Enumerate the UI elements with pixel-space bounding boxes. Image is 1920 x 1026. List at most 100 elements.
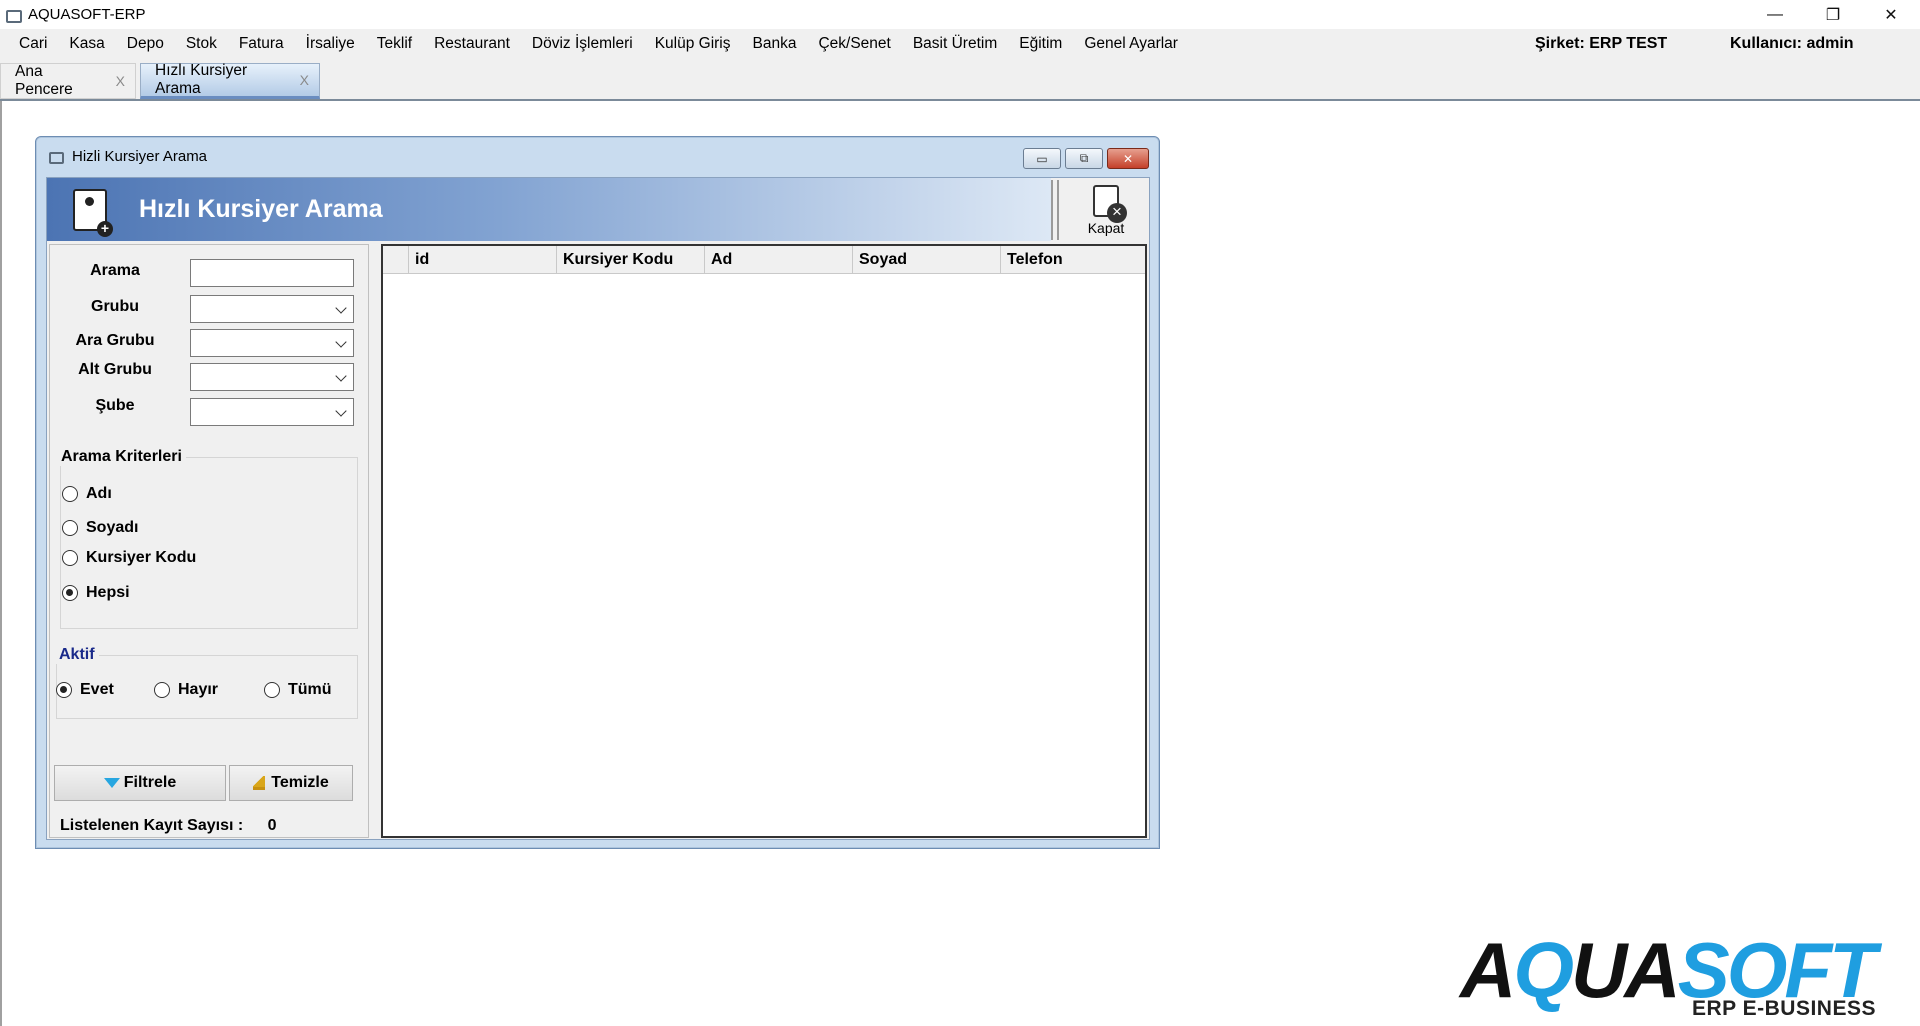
ara-grubu-select[interactable] [190,329,354,357]
radio-label: Tümü [288,681,332,698]
filter-button-label: Filtrele [123,774,177,791]
close-document-icon [1093,185,1127,223]
criteria-hepsi-radio[interactable]: Hepsi [62,584,130,602]
toolbar-separator [1051,180,1059,240]
menu-item-cek-senet[interactable]: Çek/Senet [807,35,901,53]
clear-button[interactable]: Temizle [229,765,353,801]
subwindow-maximize-button[interactable]: ⧉ [1065,148,1103,169]
menu-item-kasa[interactable]: Kasa [58,35,115,53]
menu-item-basit-uretim[interactable]: Basit Üretim [902,35,1008,53]
window-icon [48,148,64,164]
menu-item-restaurant[interactable]: Restaurant [423,35,521,53]
menu-item-egitim[interactable]: Eğitim [1008,35,1073,53]
grid-header: id Kursiyer Kodu Ad Soyad Telefon [383,246,1145,274]
radio-circle [154,682,170,698]
banner-title: Hızlı Kursiyer Arama [139,195,383,223]
subwindow-minimize-button[interactable]: ▭ [1023,148,1061,169]
grubu-label: Grubu [91,298,139,315]
radio-circle [264,682,280,698]
radio-circle [62,550,78,566]
radio-circle-selected [56,682,72,698]
radio-label: Evet [80,681,114,698]
logo-text-a: A [1460,926,1516,1014]
tabbar: Ana Pencere X Hızlı Kursiyer Arama X [0,59,1920,101]
subwindow-controls: ▭ ⧉ ✕ [1023,148,1149,169]
radio-label: Soyadı [86,519,139,536]
tab-close-icon[interactable]: X [300,72,309,88]
subwindow-body: Hızlı Kursiyer Arama Kapat Arama Grubu A… [46,177,1150,840]
sube-row: Şube [50,397,368,426]
funnel-icon [103,778,120,788]
ara-grubu-label: Ara Grubu [75,332,155,349]
radio-label: Kursiyer Kodu [86,549,197,566]
radio-circle-selected [62,585,78,601]
active-tumu-radio[interactable]: Tümü [264,681,332,699]
radio-label: Hepsi [86,584,130,601]
arama-label: Arama [90,262,140,279]
menu-item-irsaliye[interactable]: İrsaliye [295,35,366,53]
arama-input[interactable] [190,259,354,287]
alt-grubu-row: Alt Grubu [50,361,368,391]
column-header-ad[interactable]: Ad [705,246,853,274]
column-header-id[interactable]: id [409,246,557,274]
subwindow-close-button[interactable]: ✕ [1107,148,1149,169]
menu-item-teklif[interactable]: Teklif [366,35,423,53]
tab-label: Hızlı Kursiyer Arama [155,62,248,97]
app-title: AQUASOFT-ERP [28,6,146,23]
menu-item-genel-ayarlar[interactable]: Genel Ayarlar [1073,35,1189,53]
menu-item-cari[interactable]: Cari [8,35,58,53]
close-button[interactable]: ✕ [1862,0,1920,29]
radio-label: Hayır [178,681,219,698]
company-label: Şirket: ERP TEST [1535,35,1668,52]
criteria-soyadi-radio[interactable]: Soyadı [62,519,138,537]
radio-circle [62,520,78,536]
grubu-row: Grubu [50,295,368,323]
kursiyer-search-window: Hizli Kursiyer Arama ▭ ⧉ ✕ Hızlı Kursiye… [35,136,1160,849]
radio-label: Adı [86,485,112,502]
tab-ana-pencere[interactable]: Ana Pencere X [0,63,136,99]
grubu-select[interactable] [190,295,354,323]
window-controls: — ❐ ✕ [1746,0,1920,29]
menu-item-kulup-giris[interactable]: Kulüp Giriş [644,35,742,53]
logo-text-ua: UA [1571,926,1681,1014]
active-evet-radio[interactable]: Evet [56,681,114,699]
user-label: Kullanıcı: admin [1730,35,1854,52]
app-titlebar: AQUASOFT-ERP — ❐ ✕ [0,0,1920,29]
menubar: Cari Kasa Depo Stok Fatura İrsaliye Tekl… [0,29,1920,59]
column-header-kursiyer-kodu[interactable]: Kursiyer Kodu [557,246,705,274]
aquasoft-logo: AQUASOFT ERP E-BUSINESS [1460,930,1880,1020]
subwindow-titlebar[interactable]: Hizli Kursiyer Arama ▭ ⧉ ✕ [36,137,1159,175]
filter-button[interactable]: Filtrele [54,765,226,801]
row-selector-header [383,246,409,274]
record-count: Listelenen Kayıt Sayısı : 0 [60,817,277,835]
alt-grubu-label: Alt Grubu [78,361,152,378]
header-banner: Hızlı Kursiyer Arama [47,178,1051,241]
results-grid[interactable]: id Kursiyer Kodu Ad Soyad Telefon [381,244,1147,838]
restore-button[interactable]: ❐ [1804,0,1862,29]
menu-item-stok[interactable]: Stok [175,35,228,53]
menu-item-fatura[interactable]: Fatura [228,35,295,53]
record-count-value: 0 [267,817,277,834]
sube-label: Şube [95,397,135,414]
radio-circle [62,486,78,502]
menu-item-banka[interactable]: Banka [742,35,808,53]
menu-item-doviz[interactable]: Döviz İşlemleri [521,35,644,53]
active-hayir-radio[interactable]: Hayır [154,681,218,699]
tab-hizli-kursiyer-arama[interactable]: Hızlı Kursiyer Arama X [140,62,320,99]
criteria-kursiyer-kodu-radio[interactable]: Kursiyer Kodu [62,549,196,567]
menu-item-depo[interactable]: Depo [116,35,175,53]
clear-button-label: Temizle [271,774,329,791]
subwindow-title: Hizli Kursiyer Arama [72,147,208,165]
alt-grubu-select[interactable] [190,363,354,391]
criteria-adi-radio[interactable]: Adı [62,485,112,503]
sube-select[interactable] [190,398,354,426]
broom-icon [253,776,266,790]
column-header-telefon[interactable]: Telefon [1001,246,1145,274]
ara-grubu-row: Ara Grubu [50,329,368,357]
minimize-button[interactable]: — [1746,0,1804,29]
tab-close-icon[interactable]: X [116,73,125,89]
column-header-soyad[interactable]: Soyad [853,246,1001,274]
kapat-button[interactable]: Kapat [1071,180,1141,240]
logo-subtitle: ERP E-BUSINESS [1692,997,1876,1020]
active-title: Aktif [55,646,99,664]
